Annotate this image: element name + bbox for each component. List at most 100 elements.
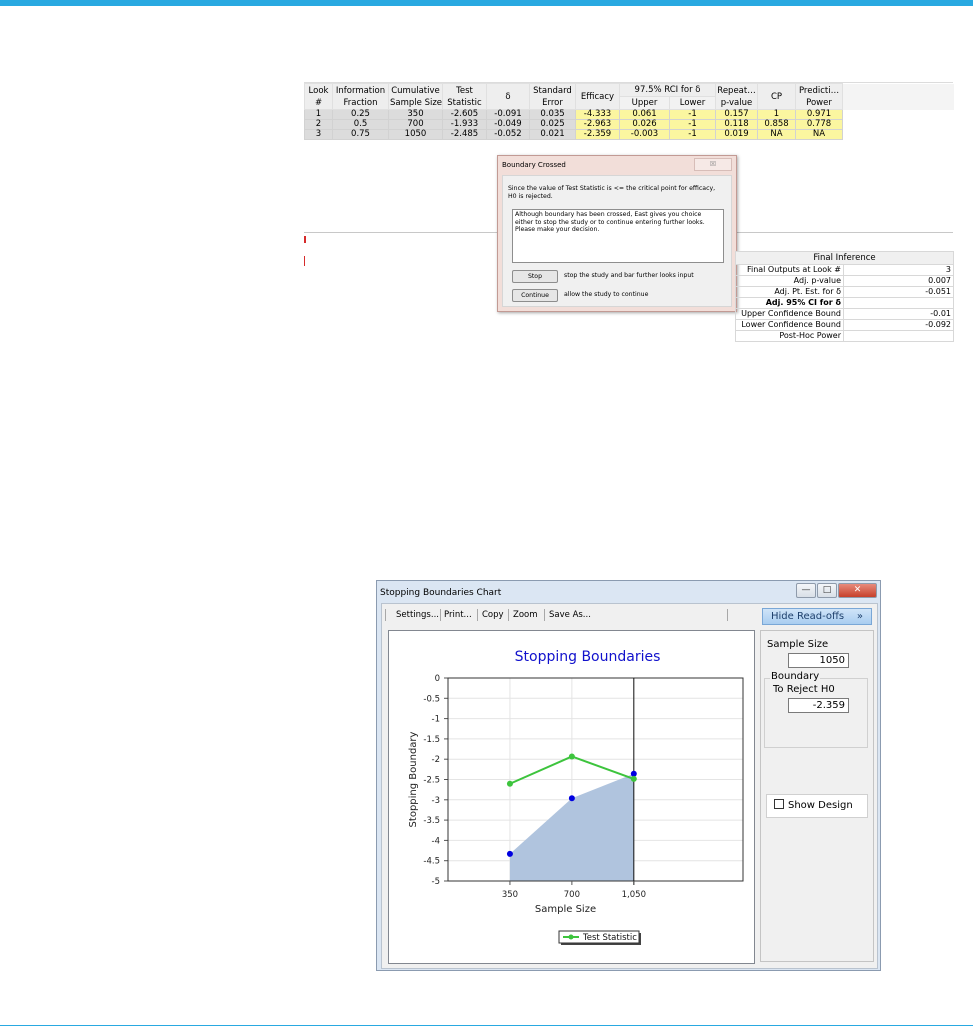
x-tick-label: 700	[564, 890, 580, 900]
test-statistic-point	[506, 780, 513, 787]
col-header-cum-sample[interactable]: Cumulative Sample Size	[388, 83, 443, 110]
table-row[interactable]: 2 0.5 700 -1.933 -0.049 0.025 -2.963 0.026 -1 0.1…	[304, 119, 954, 130]
final-inference-label: Post-Hoc Power	[735, 330, 844, 342]
copy-button[interactable]: Copy	[482, 610, 504, 620]
col-header-rci[interactable]: 97.5% RCI for δ	[618, 83, 717, 97]
y-tick-label: -2	[432, 755, 440, 765]
table-cell: 0.019	[715, 129, 759, 140]
final-inference-body: Final Outputs at Look #3 Adj. p-value 0.00…	[735, 264, 954, 342]
col-header-std-error[interactable]: Standard Error	[529, 83, 576, 110]
y-tick-label: -0.5	[423, 694, 440, 704]
final-inference-row: Adj. p-value 0.007	[735, 275, 954, 287]
continue-description: allow the study to continue	[564, 291, 649, 298]
final-inference-value: -0.01	[843, 308, 954, 320]
table-cell: -0.003	[619, 129, 670, 140]
zoom-button[interactable]: Zoom	[513, 610, 538, 620]
show-design-checkbox[interactable]: Show Design	[766, 794, 868, 818]
table-cell: 0.157	[715, 109, 759, 120]
dialog-title: Boundary Crossed	[502, 161, 566, 169]
table-row[interactable]: 1 0.25 350 -2.605 -0.091 0.035 -4.333 0.061 -1 0.…	[304, 109, 954, 120]
dialog-note: Although boundary has been crossed, East…	[512, 209, 724, 263]
final-inference-row: Final Outputs at Look #3	[735, 264, 954, 276]
table-cell: NA	[795, 129, 844, 140]
final-inference-label: Upper Confidence Bound	[735, 308, 844, 320]
y-tick-label: 0	[435, 674, 440, 684]
final-inference-value: 3	[843, 264, 954, 276]
table-cell: 1	[304, 109, 333, 120]
table-cell: 0.858	[757, 119, 797, 130]
final-inference-row: Lower Confidence Bound -0.092	[735, 319, 954, 331]
final-inference-table: Final Inference Final Outputs at Look #3…	[735, 251, 954, 342]
table-cell: -2.605	[442, 109, 487, 120]
final-inference-row: Upper Confidence Bound -0.01	[735, 308, 954, 320]
print-button[interactable]: Print...	[444, 610, 472, 620]
settings-button[interactable]: Settings...	[396, 610, 439, 620]
stop-button[interactable]: Stop	[512, 270, 558, 283]
table-cell: -1.933	[442, 119, 487, 130]
final-inference-value: 0.007	[843, 275, 954, 287]
col-header-delta[interactable]: δ	[486, 83, 530, 110]
sample-size-label: Sample Size	[767, 639, 829, 650]
table-row[interactable]: 3 0.75 1050 -2.485 -0.052 0.021 -2.359 -0.003 -1…	[304, 129, 954, 140]
table-cell: -1	[668, 119, 717, 130]
table-cell: 0.118	[715, 119, 759, 130]
table-cell: 3	[304, 129, 333, 140]
boundary-group-label: Boundary	[770, 671, 821, 682]
hide-readoffs-label: Hide Read-offs	[771, 611, 845, 622]
reject-h0-label: To Reject H0	[773, 684, 835, 695]
col-header-info-fraction[interactable]: Information Fraction	[332, 83, 389, 110]
table-cell: -2.485	[442, 129, 487, 140]
col-header-test-stat[interactable]: Test Statistic	[442, 83, 487, 110]
dialog-close-button[interactable]: ☒	[694, 158, 732, 171]
table-cell: -1	[668, 109, 717, 120]
save-as-button[interactable]: Save As...	[549, 610, 591, 620]
hide-readoffs-button[interactable]: Hide Read-offs »	[762, 608, 872, 625]
stopping-boundaries-window: Stopping Boundaries Chart — □ ✕ Settings…	[376, 580, 881, 971]
col-header-efficacy[interactable]: Efficacy	[575, 83, 620, 110]
x-tick-label: 1,050	[622, 890, 646, 900]
col-header-rci-lower[interactable]: Lower	[668, 96, 717, 110]
final-inference-row: Post-Hoc Power	[735, 330, 954, 342]
header-filler	[842, 83, 954, 110]
readoffs-panel: Sample Size 1050 Boundary To Reject H0 -…	[760, 630, 874, 962]
final-inference-label: Final Outputs at Look #	[735, 264, 844, 276]
results-table: Look # Information Fraction Cumulative Samp…	[304, 83, 954, 140]
col-header-predictive-power[interactable]: Predicti… Power	[795, 83, 844, 110]
y-axis-label: Stopping Boundary	[408, 731, 419, 827]
col-header-rci-upper[interactable]: Upper	[619, 96, 670, 110]
row-filler	[842, 129, 954, 140]
y-tick-label: -5	[432, 877, 440, 887]
table-cell: 0.5	[332, 119, 389, 130]
final-inference-row: Adj. 95% CI for δ	[735, 297, 954, 309]
col-header-cp[interactable]: CP	[757, 83, 797, 110]
table-cell: 0.026	[619, 119, 670, 130]
close-button[interactable]: ✕	[838, 583, 877, 598]
table-cell: 1050	[388, 129, 443, 140]
table-cell: 0.061	[619, 109, 670, 120]
maximize-button[interactable]: □	[817, 583, 837, 598]
table-cell: 1	[757, 109, 797, 120]
boundary-field[interactable]: -2.359	[788, 698, 849, 713]
col-header-repeated-pvalue[interactable]: Repeat… p-value	[715, 83, 759, 110]
table-cell: 0.025	[529, 119, 576, 130]
sample-size-field[interactable]: 1050	[788, 653, 849, 668]
continue-button[interactable]: Continue	[512, 289, 558, 302]
chart-toolbar: Settings... Print... Copy Zoom Save As..…	[382, 604, 754, 626]
final-inference-row: Adj. Pt. Est. for δ -0.051	[735, 286, 954, 298]
y-tick-label: -2.5	[423, 776, 440, 786]
minimize-button[interactable]: —	[796, 583, 816, 598]
final-inference-label: Lower Confidence Bound	[735, 319, 844, 331]
col-header-look[interactable]: Look #	[304, 83, 333, 110]
final-inference-label: Adj. p-value	[735, 275, 844, 287]
table-cell: 350	[388, 109, 443, 120]
table-cell: -2.963	[575, 119, 620, 130]
chart-plot-area: Stopping Boundaries 0 -0.5 -1 -1.5 -2 -2.5 -3 -3…	[388, 630, 755, 964]
dialog-message: Since the value of Test Statistic is <= …	[508, 185, 716, 200]
y-tick-label: -4.5	[423, 857, 440, 867]
y-tick-label: -1.5	[423, 735, 440, 745]
y-tick-label: -3.5	[423, 816, 440, 826]
table-cell: NA	[757, 129, 797, 140]
window-body: Settings... Print... Copy Zoom Save As..…	[381, 603, 878, 969]
y-tick-label: -1	[432, 715, 440, 725]
table-cell: -2.359	[575, 129, 620, 140]
